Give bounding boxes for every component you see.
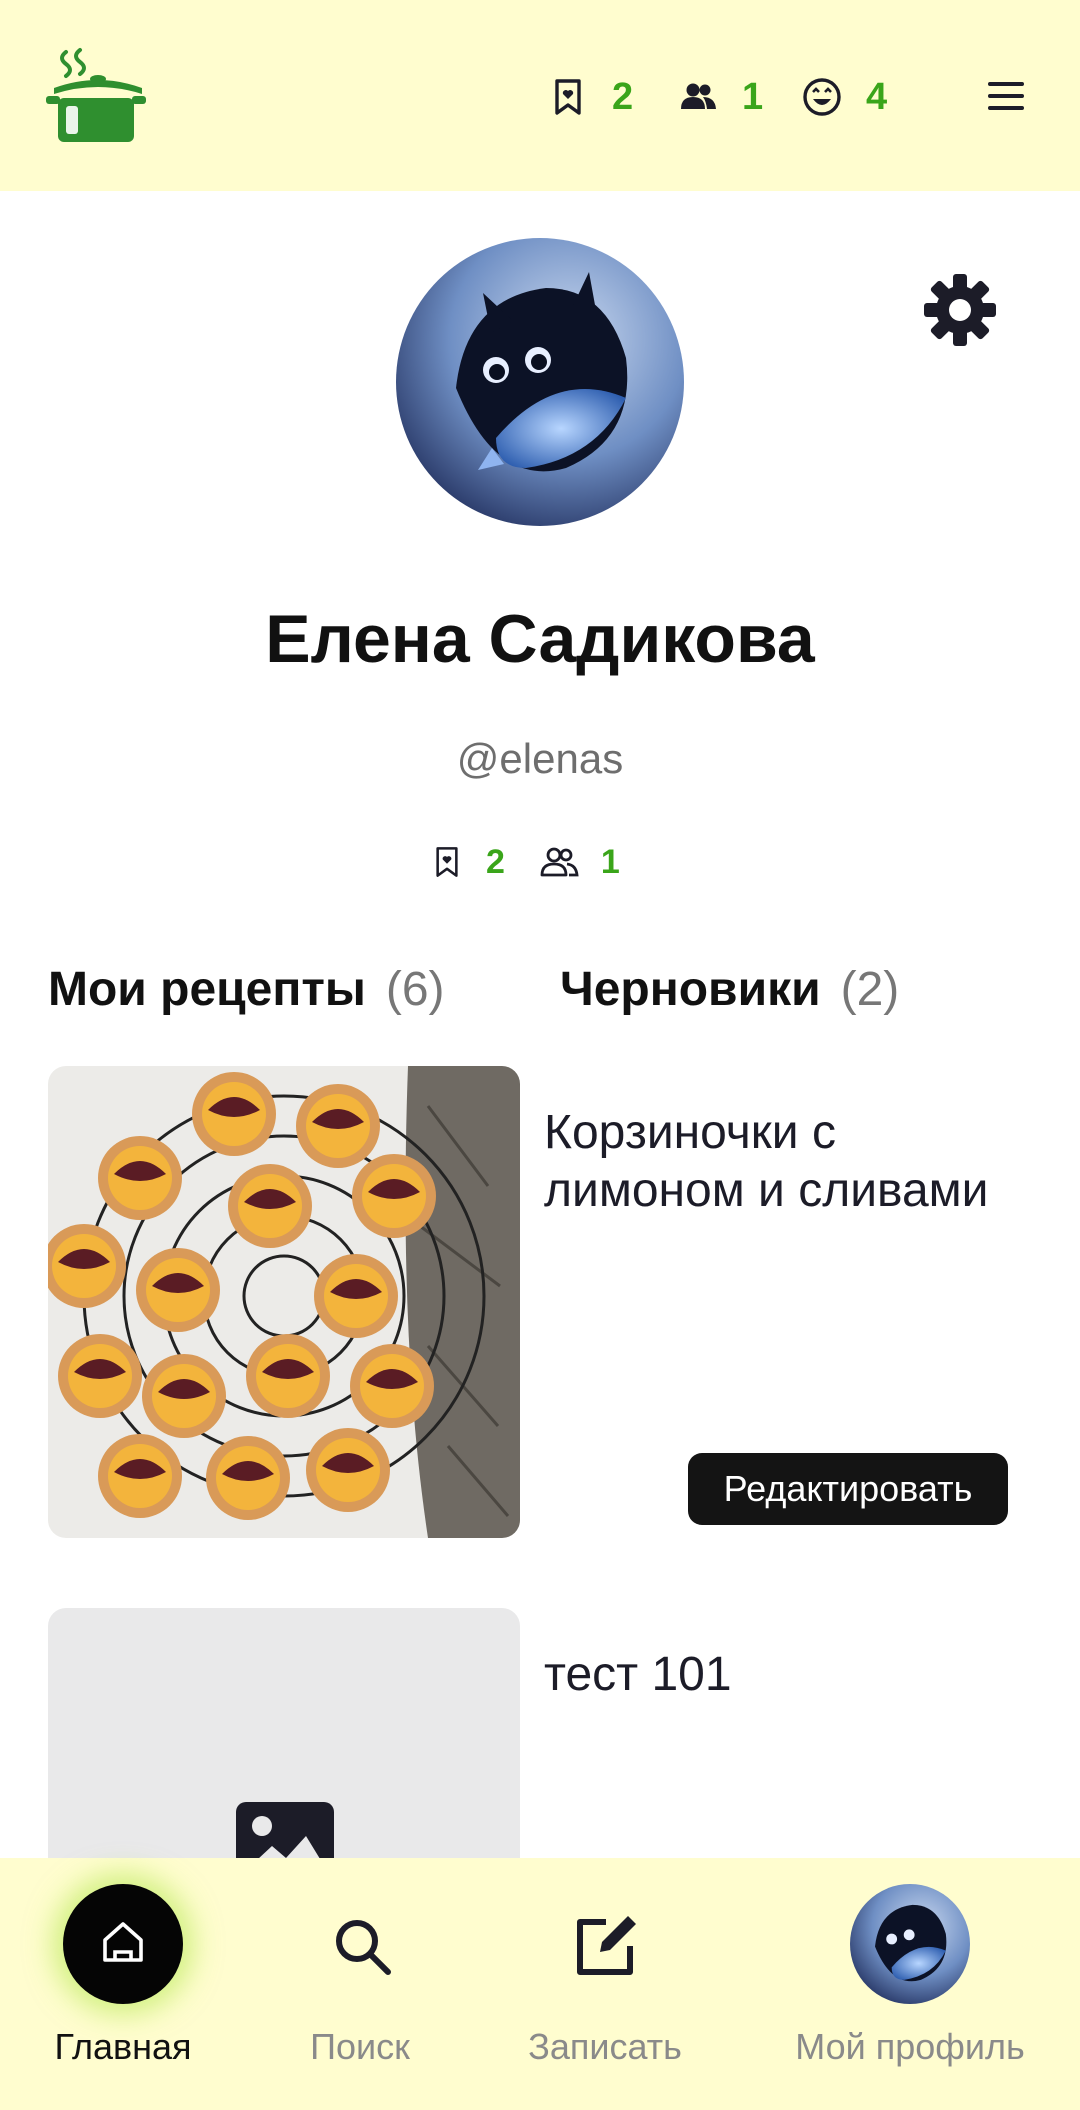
home-icon [103, 1922, 143, 1962]
nav-my-profile[interactable]: Мой профиль [780, 1858, 1040, 2110]
profile-avatar[interactable] [396, 238, 684, 526]
nav-write[interactable]: Записать [500, 1858, 710, 2110]
smiley-icon [803, 78, 841, 116]
recipe-image[interactable] [48, 1066, 520, 1538]
tab-my-recipes-label: Мои рецепты [48, 963, 366, 1016]
header-reactions-count: 4 [866, 75, 888, 118]
top-header: 2 1 4 [0, 0, 1080, 191]
header-saved-stat[interactable]: 2 [548, 72, 633, 122]
profile-name: Елена Садикова [265, 601, 815, 677]
search-icon [336, 1920, 391, 1975]
tab-drafts[interactable]: Черновики (2) [560, 962, 899, 1017]
profile-stats: 2 1 [430, 840, 620, 884]
edit-recipe-button[interactable]: Редактировать [688, 1453, 1008, 1525]
tab-drafts-label: Черновики [560, 963, 821, 1016]
settings-gear-icon[interactable] [922, 272, 998, 348]
avatar[interactable] [850, 1884, 970, 2004]
bookmark-heart-icon[interactable] [430, 842, 464, 882]
hamburger-menu-icon[interactable] [988, 80, 1028, 112]
profile-saved-count: 2 [486, 842, 505, 881]
home-button-circle[interactable] [63, 1884, 183, 2004]
recipe-title-line: тест 101 [544, 1648, 732, 1701]
pot-logo-icon[interactable] [44, 46, 148, 146]
recipe-title[interactable]: Корзиночки с лимоном и сливами [544, 1104, 1044, 1220]
header-subscribers-count: 1 [742, 75, 764, 118]
recipe-title-line: лимоном и сливами [544, 1164, 989, 1217]
nav-search[interactable]: Поиск [260, 1858, 460, 2110]
users-icon [681, 83, 716, 109]
profile-subscribers-count: 1 [600, 842, 620, 881]
nav-search-label: Поиск [310, 2026, 410, 2067]
profile-handle: @elenas [456, 735, 624, 782]
nav-home-label: Главная [54, 2026, 192, 2067]
nav-home[interactable]: Главная [0, 1858, 246, 2110]
users-outline-icon[interactable] [539, 844, 579, 880]
recipe-title-line: Корзиночки с [544, 1106, 836, 1159]
tab-my-recipes[interactable]: Мои рецепты (6) [48, 962, 445, 1017]
tab-drafts-count: (2) [840, 963, 900, 1016]
nav-write-label: Записать [528, 2026, 682, 2067]
header-saved-count: 2 [612, 75, 634, 118]
bookmark-heart-icon [555, 79, 581, 115]
nav-my-profile-label: Мой профиль [795, 2026, 1025, 2067]
recipe-title[interactable]: тест 101 [544, 1646, 1044, 1704]
bottom-navigation: Главная Поиск Записать Мой профиль [0, 1858, 1080, 2110]
tab-my-recipes-count: (6) [385, 963, 445, 1016]
edit-icon [577, 1916, 636, 1975]
header-subscribers-stat[interactable]: 1 [678, 72, 763, 122]
header-reactions-stat[interactable]: 4 [802, 72, 887, 122]
